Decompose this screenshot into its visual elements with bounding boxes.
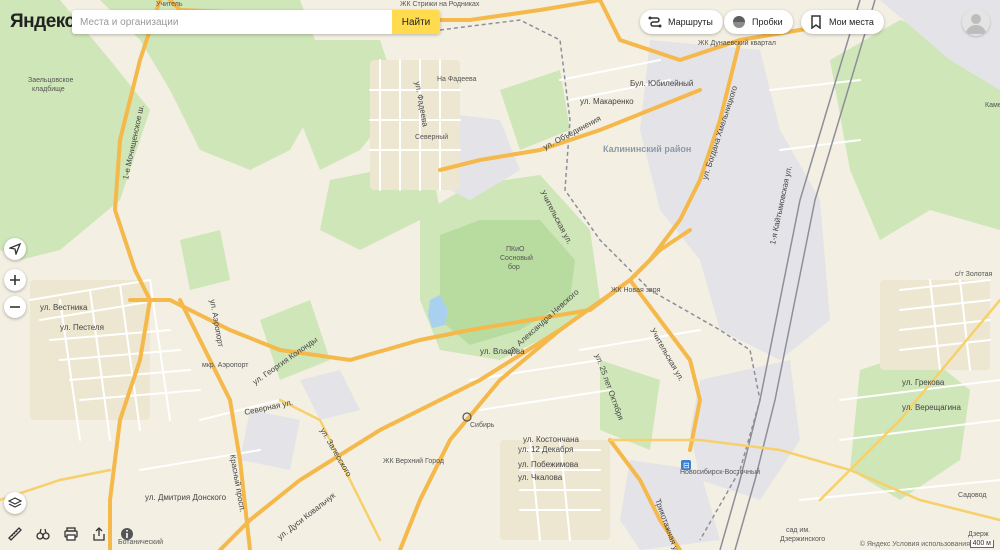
panorama-button[interactable] [32,523,54,545]
svg-text:Учитель: Учитель [156,1,183,8]
svg-text:ул. Пестеля: ул. Пестеля [60,323,104,332]
svg-text:⊟: ⊟ [683,461,690,470]
svg-text:Садовод: Садовод [958,492,986,499]
routes-label: Маршруты [668,17,713,27]
print-button[interactable] [60,523,82,545]
svg-text:мкр. Аэропорт: мкр. Аэропорт [202,362,249,369]
panorama-icon [36,528,50,540]
svg-text:ул. Верещагина: ул. Верещагина [902,403,961,412]
svg-text:ЖК Новая заря: ЖК Новая заря [611,287,661,294]
svg-text:ПКиО: ПКиО [506,246,525,253]
bookmark-icon [809,15,823,29]
svg-text:ул. Грекова: ул. Грекова [902,378,945,387]
info-button[interactable] [116,523,138,545]
svg-text:Калининский район: Калининский район [603,144,691,154]
svg-text:ул. Чкалова: ул. Чкалова [518,473,563,482]
svg-text:ул. 12 Декабря: ул. 12 Декабря [518,445,573,454]
svg-text:На Фадеева: На Фадеева [437,76,477,83]
locate-button[interactable] [4,238,26,260]
minus-icon [10,306,20,308]
bottom-toolbar [0,523,138,545]
zoom-out-button[interactable] [4,296,26,318]
share-icon [93,527,105,541]
routes-icon [648,15,662,29]
svg-text:Сосновый: Сосновый [500,254,533,262]
svg-text:Дзержинского: Дзержинского [780,536,825,543]
search-input[interactable] [72,11,392,33]
svg-text:ул. Макаренко: ул. Макаренко [580,97,634,106]
layers-icon [8,497,22,508]
avatar[interactable] [962,8,990,36]
logo-text: Яндекс [10,11,75,32]
svg-text:ул. Дмитрия Донского: ул. Дмитрия Донского [145,493,227,502]
user-icon [966,14,986,34]
layers-button[interactable] [4,492,26,514]
svg-text:ЖК Дунаевский квартал: ЖК Дунаевский квартал [698,39,776,47]
scale-bar: 400 м [969,540,994,548]
svg-text:ул. Власова: ул. Власова [480,347,525,356]
yandex-logo[interactable]: Яндекс [10,10,75,34]
svg-text:Камен: Камен [985,102,1000,109]
map-canvas[interactable]: Заельцовское кладбище ПКиО Сосновый бор … [0,0,1000,550]
search-button-label: Найти [401,16,431,28]
attribution[interactable]: © Яндекс Условия использования [860,541,970,548]
svg-text:Заельцовское: Заельцовское [28,77,74,84]
svg-text:Новосибирск-Восточный: Новосибирск-Восточный [680,468,760,476]
plus-icon [10,275,20,285]
svg-text:сад им.: сад им. [786,527,810,534]
svg-text:ул. Побежимова: ул. Побежимова [518,460,579,469]
svg-text:кладбище: кладбище [32,85,65,93]
print-icon [64,527,78,541]
svg-text:ЖК Верхний Город: ЖК Верхний Город [383,457,444,465]
search-button[interactable]: Найти [392,10,440,34]
search-box: Найти [72,10,440,34]
my-places-button[interactable]: Мои места [801,10,884,34]
zoom-in-button[interactable] [4,269,26,291]
svg-text:ул. Костончана: ул. Костончана [523,435,580,444]
share-button[interactable] [88,523,110,545]
svg-text:бор: бор [508,263,520,271]
svg-text:ул. Вестника: ул. Вестника [40,303,88,312]
routes-button[interactable]: Маршруты [640,10,723,34]
svg-text:Сибирь: Сибирь [470,421,495,429]
svg-text:Бул. Юбилейный: Бул. Юбилейный [630,79,693,88]
svg-text:Северный: Северный [415,133,448,141]
svg-text:с/т Золотая: с/т Золотая [955,271,992,278]
traffic-button[interactable]: Пробки [724,10,793,34]
traffic-label: Пробки [752,17,783,27]
my-places-label: Мои места [829,17,874,27]
ruler-button[interactable] [4,523,26,545]
svg-text:Дзерж: Дзерж [968,531,989,538]
navigation-arrow-icon [9,243,21,255]
svg-text:ЖК Стрижи на Родниках: ЖК Стрижи на Родниках [400,1,480,8]
traffic-icon [732,15,746,29]
ruler-icon [8,527,22,541]
info-icon [121,528,133,540]
